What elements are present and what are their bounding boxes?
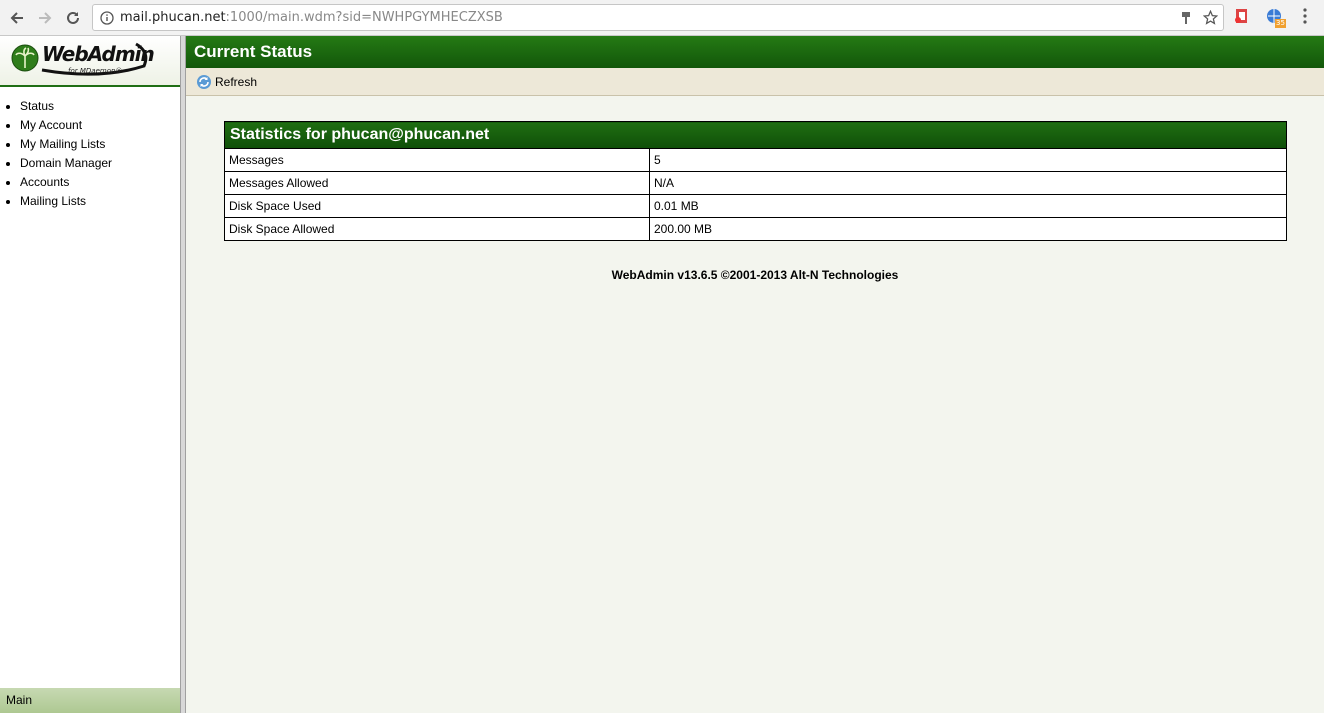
- palm-globe-icon: [11, 44, 39, 72]
- logo-subtitle: for MDaemon®: [68, 67, 123, 75]
- stat-value: 200.00 MB: [649, 217, 1287, 241]
- stat-value: 5: [649, 148, 1287, 172]
- forward-arrow-icon: [39, 12, 52, 24]
- left-footer-main[interactable]: Main: [0, 688, 180, 713]
- menu-button[interactable]: [1301, 7, 1323, 29]
- statistics-table: Statistics for phucan@phucan.net Message…: [224, 121, 1287, 241]
- statistics-table-title: Statistics for phucan@phucan.net: [224, 121, 1287, 149]
- copyright-footer: WebAdmin v13.6.5 ©2001-2013 Alt-N Techno…: [611, 268, 899, 282]
- extension-badge: 35: [1276, 19, 1285, 27]
- table-row: Disk Space Allowed 200.00 MB: [224, 217, 1287, 241]
- table-row: Messages Allowed N/A: [224, 171, 1287, 195]
- menu-item-my-mailing-lists[interactable]: My Mailing Lists: [20, 137, 112, 156]
- reload-button[interactable]: [61, 6, 85, 30]
- forward-button[interactable]: [33, 6, 57, 30]
- table-row: Disk Space Used 0.01 MB: [224, 194, 1287, 218]
- stat-label: Messages Allowed: [224, 171, 650, 195]
- table-row: Messages 5: [224, 148, 1287, 172]
- logo-wordmark: WebAdmin: [42, 42, 155, 66]
- stat-label: Disk Space Used: [224, 194, 650, 218]
- menu-item-my-account[interactable]: My Account: [20, 118, 112, 137]
- action-toolbar: Refresh: [186, 68, 1324, 96]
- menu-item-status[interactable]: Status: [20, 99, 112, 118]
- bookmark-star-icon[interactable]: [1203, 10, 1218, 25]
- webadmin-logo: WebAdmin for MDaemon®: [0, 36, 180, 87]
- back-button[interactable]: [5, 6, 29, 30]
- stat-label: Messages: [224, 148, 650, 172]
- office-extension-icon[interactable]: [1233, 7, 1255, 29]
- main-menu: Status My Account My Mailing Lists Domai…: [20, 99, 112, 213]
- refresh-label: Refresh: [215, 75, 258, 89]
- menu-item-accounts[interactable]: Accounts: [20, 175, 112, 194]
- refresh-button[interactable]: Refresh: [196, 73, 257, 91]
- stat-label: Disk Space Allowed: [224, 217, 650, 241]
- reload-icon: [67, 11, 79, 24]
- url-path: :1000/main.wdm?sid=NWHPGYMHECZXSB: [225, 10, 503, 25]
- stat-value: 0.01 MB: [649, 194, 1287, 218]
- url-text: mail.phucan.net:1000/main.wdm?sid=NWHPGY…: [120, 10, 503, 25]
- info-icon: [100, 11, 114, 25]
- back-arrow-icon: [10, 12, 23, 24]
- menu-item-domain-manager[interactable]: Domain Manager: [20, 156, 112, 175]
- globe-extension-icon[interactable]: 35: [1265, 7, 1287, 29]
- left-navigation-frame: WebAdmin for MDaemon® Status My Account …: [0, 36, 180, 713]
- main-content-frame: Current Status Refresh Statistics for ph…: [186, 36, 1324, 713]
- stat-value: N/A: [649, 171, 1287, 195]
- url-host: mail.phucan.net: [120, 10, 226, 25]
- page-title: Current Status: [186, 36, 1324, 68]
- address-bar[interactable]: mail.phucan.net:1000/main.wdm?sid=NWHPGY…: [92, 4, 1224, 31]
- menu-item-mailing-lists[interactable]: Mailing Lists: [20, 194, 112, 213]
- browser-toolbar: mail.phucan.net:1000/main.wdm?sid=NWHPGY…: [0, 0, 1324, 36]
- kebab-menu-icon: [1303, 8, 1307, 24]
- refresh-icon: [197, 75, 211, 89]
- key-icon[interactable]: [1180, 11, 1192, 25]
